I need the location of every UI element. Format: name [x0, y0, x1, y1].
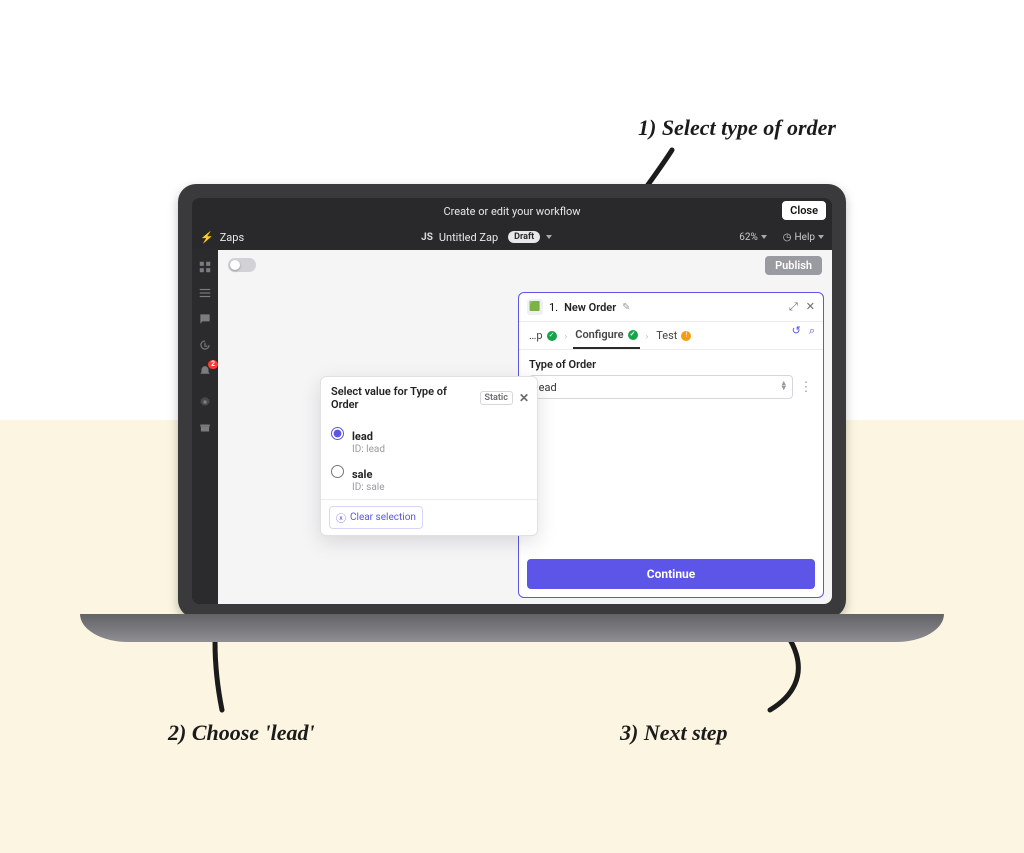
chevron-right-icon: ›	[646, 332, 649, 342]
zap-enable-toggle[interactable]	[228, 258, 256, 272]
app-viewport: Create or edit your workflow Close ⚡ Zap…	[192, 198, 832, 604]
warning-icon: !	[681, 331, 691, 341]
canvas-action-bar: Publish	[218, 250, 832, 280]
editor-canvas[interactable]: Publish 🟩 1. New Order ✎ ⤢ ✕	[218, 250, 832, 604]
annotation-1: 1) Select type of order	[638, 115, 836, 141]
draft-badge: Draft	[508, 231, 540, 243]
search-icon[interactable]: ⌕	[809, 324, 815, 338]
static-badge: Static	[480, 391, 513, 405]
laptop-screen-frame: Create or edit your workflow Close ⚡ Zap…	[178, 184, 846, 618]
history-icon[interactable]	[198, 338, 212, 352]
help-menu[interactable]: ◷ Help	[783, 232, 824, 243]
left-rail: 2	[192, 250, 218, 604]
zap-name-chevron-icon[interactable]	[546, 235, 552, 239]
option-sale-label: sale	[352, 468, 372, 481]
panel-tabs: …p ✓ › Configure ✓ › Test !	[519, 322, 823, 350]
popover-title: Select value for Type of Order	[331, 385, 474, 411]
tab-setup[interactable]: …p ✓	[527, 325, 559, 348]
close-panel-icon[interactable]: ✕	[806, 300, 815, 314]
app-icon: 🟩	[527, 299, 543, 315]
bolt-icon: ⚡	[200, 231, 214, 244]
field-more-icon[interactable]: ⋮	[799, 381, 813, 394]
clear-icon: ⓧ	[336, 510, 346, 525]
zap-name[interactable]: Untitled Zap	[439, 231, 498, 244]
option-lead[interactable]: lead ID: lead	[331, 421, 527, 459]
value-picker-popover: Select value for Type of Order Static ✕ …	[320, 376, 538, 536]
step-title: New Order	[564, 301, 616, 314]
clear-selection-button[interactable]: ⓧ Clear selection	[329, 506, 423, 529]
comment-icon[interactable]	[198, 312, 212, 326]
tab-test-label: Test	[656, 329, 677, 342]
popover-footer: ⓧ Clear selection	[321, 499, 537, 535]
check-icon: ✓	[547, 331, 557, 341]
menu-icon[interactable]	[198, 286, 212, 300]
laptop-base	[80, 614, 944, 642]
alert-count-badge: 2	[208, 360, 218, 369]
option-sale[interactable]: sale ID: sale	[331, 459, 527, 497]
annotation-2: 2) Choose 'lead'	[168, 720, 315, 746]
field-label-type-of-order: Type of Order	[529, 358, 813, 371]
panel-header: 🟩 1. New Order ✎ ⤢ ✕	[519, 293, 823, 322]
popover-body: lead ID: lead sale ID: sale	[321, 417, 537, 499]
tab-test[interactable]: Test !	[654, 325, 693, 348]
annotation-3: 3) Next step	[620, 720, 728, 746]
workspace-badge: JS	[421, 232, 433, 243]
chevron-down-icon	[761, 235, 767, 239]
option-sale-id: ID: sale	[352, 482, 385, 493]
option-lead-id: ID: lead	[352, 444, 385, 455]
brand-label: Zaps	[220, 231, 244, 244]
popover-header: Select value for Type of Order Static ✕	[321, 377, 537, 417]
type-of-order-select[interactable]: lead ▴▾	[529, 375, 793, 399]
rename-step-icon[interactable]: ✎	[622, 302, 630, 313]
modal-title: Create or edit your workflow	[443, 205, 580, 218]
editor-body: 2 Publish 🟩 1. New Ord	[192, 250, 832, 604]
publish-button[interactable]: Publish	[765, 256, 822, 275]
option-lead-label: lead	[352, 430, 373, 443]
close-button[interactable]: Close	[782, 201, 826, 220]
step-number: 1.	[549, 301, 558, 314]
alerts-icon[interactable]: 2	[198, 364, 212, 383]
grid-icon[interactable]	[198, 260, 212, 274]
chevron-right-icon: ›	[565, 332, 568, 342]
continue-button[interactable]: Continue	[527, 559, 815, 589]
clock-icon: ◷	[783, 232, 792, 243]
clear-label: Clear selection	[350, 512, 416, 523]
gear-icon[interactable]	[198, 395, 212, 409]
select-value: lead	[536, 381, 557, 394]
laptop-mockup: Create or edit your workflow Close ⚡ Zap…	[164, 184, 860, 662]
expand-icon[interactable]: ⤢	[789, 300, 798, 314]
zoom-value: 62%	[739, 232, 758, 243]
popover-close-icon[interactable]: ✕	[519, 391, 529, 405]
radio-sale[interactable]	[331, 465, 344, 478]
step-config-panel: 🟩 1. New Order ✎ ⤢ ✕ …p	[518, 292, 824, 598]
editor-top-bar: ⚡ Zaps JS Untitled Zap Draft 62% ◷ Help	[192, 224, 832, 250]
check-icon: ✓	[628, 330, 638, 340]
zoom-control[interactable]: 62%	[739, 232, 767, 243]
tab-setup-label: …p	[529, 329, 543, 342]
panel-body: Type of Order lead ▴▾ ⋮	[519, 350, 823, 551]
tab-configure-label: Configure	[575, 328, 623, 341]
select-arrows-icon: ▴▾	[781, 382, 786, 393]
help-label: Help	[795, 232, 815, 243]
radio-lead[interactable]	[331, 427, 344, 440]
undo-icon[interactable]: ↺	[792, 324, 801, 338]
tab-configure[interactable]: Configure ✓	[573, 324, 639, 349]
chevron-down-icon	[818, 235, 824, 239]
modal-title-bar: Create or edit your workflow Close	[192, 198, 832, 224]
archive-icon[interactable]	[198, 421, 212, 435]
